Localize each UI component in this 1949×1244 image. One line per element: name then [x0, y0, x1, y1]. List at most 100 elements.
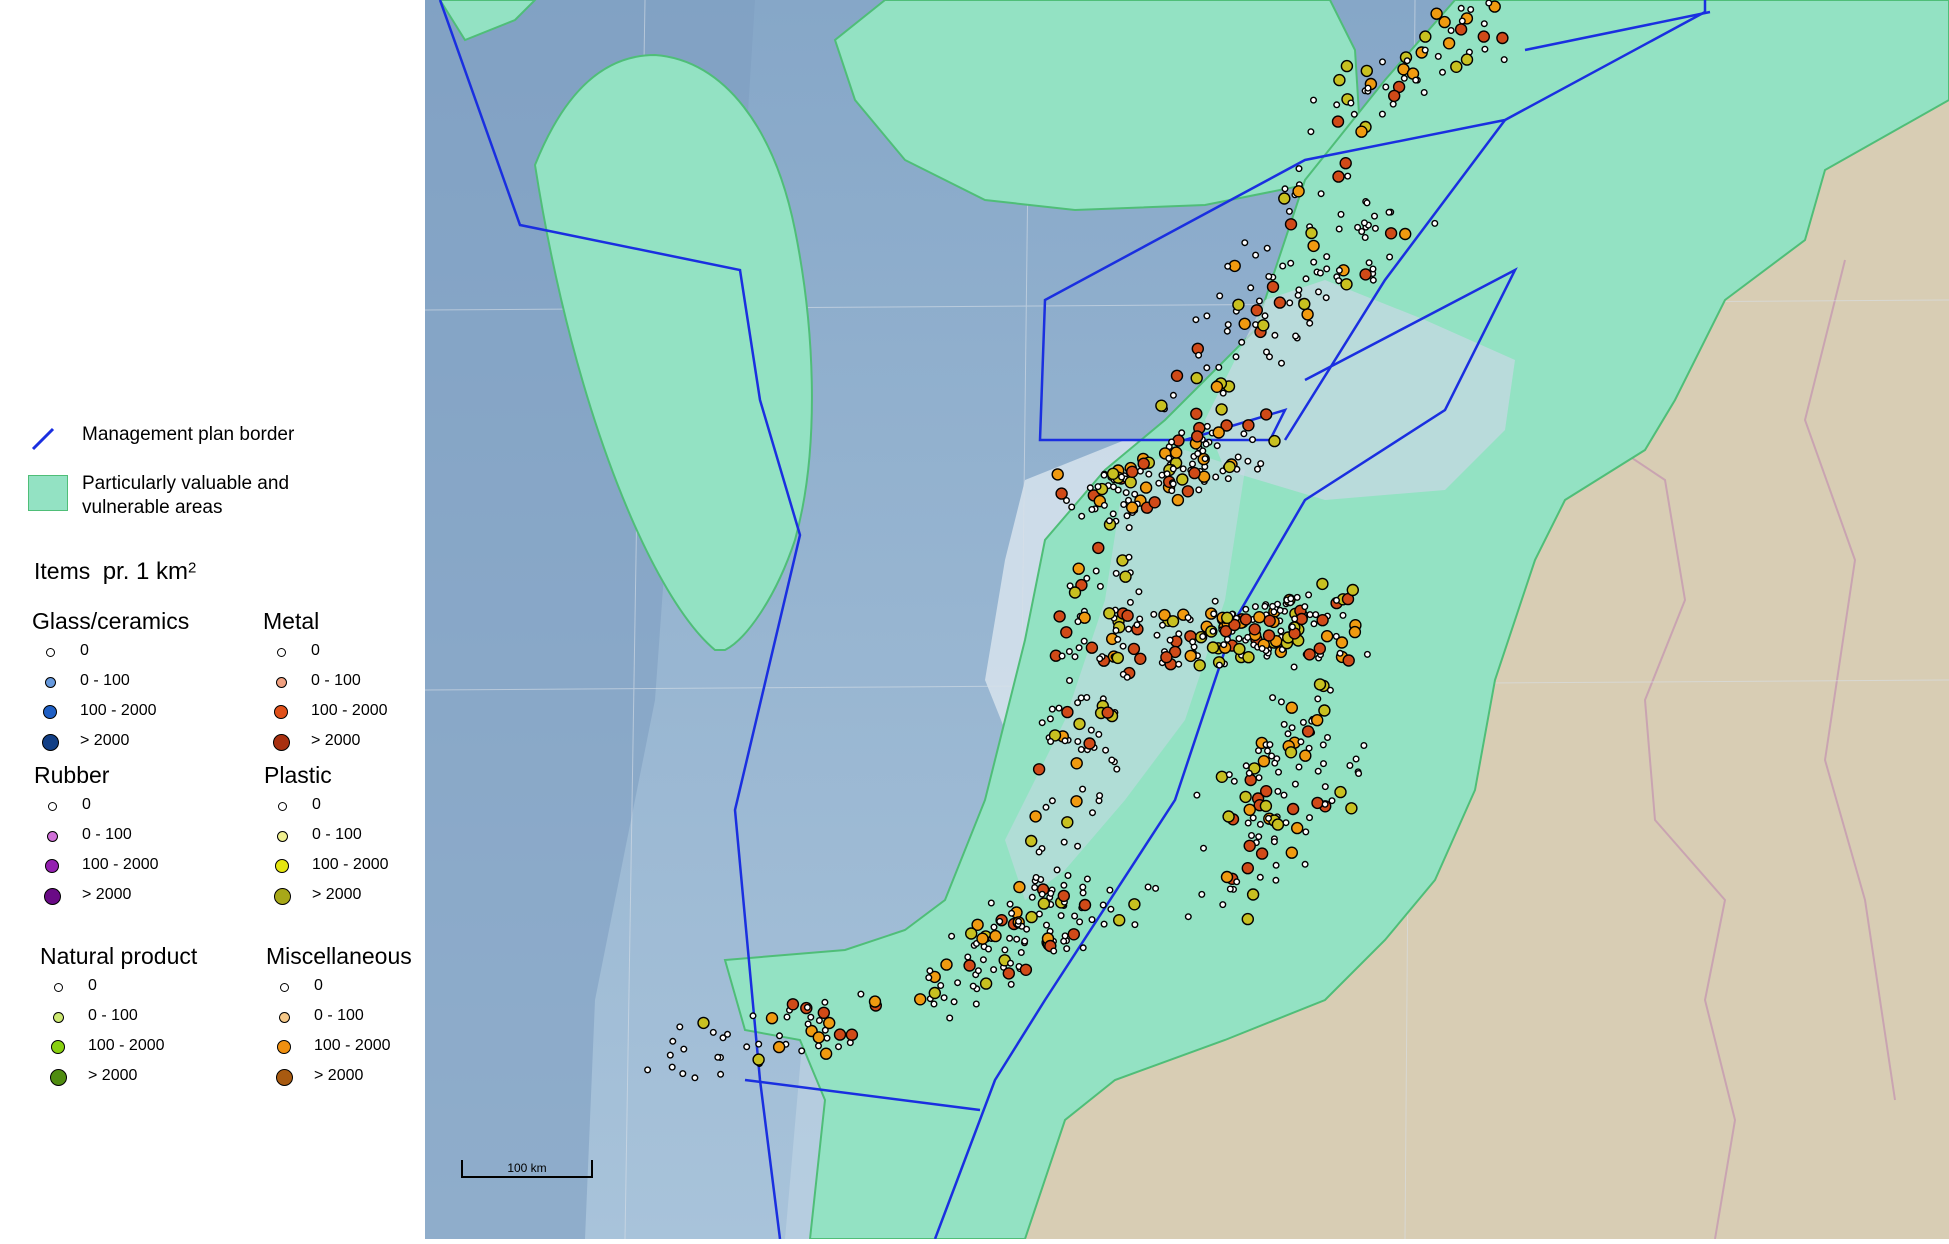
- debris-marker: [1007, 959, 1015, 967]
- debris-marker: [1225, 771, 1233, 779]
- debris-marker: [1310, 96, 1318, 104]
- legend-symbol: [43, 705, 57, 719]
- map-area[interactable]: 100 km: [424, 0, 1949, 1240]
- debris-marker: [1201, 455, 1209, 463]
- debris-marker: [804, 1020, 812, 1028]
- debris-marker: [1285, 207, 1293, 215]
- debris-marker: [1181, 485, 1195, 498]
- debris-marker: [974, 967, 982, 975]
- debris-marker: [1307, 128, 1315, 136]
- debris-marker: [1340, 59, 1354, 73]
- debris-marker: [1242, 651, 1255, 664]
- debris-marker: [1144, 883, 1152, 891]
- debris-marker: [1399, 227, 1412, 241]
- debris-marker: [833, 1028, 847, 1041]
- debris-marker: [1002, 967, 1015, 980]
- debris-marker: [817, 1006, 830, 1019]
- debris-marker: [1175, 660, 1183, 668]
- debris-marker: [1311, 796, 1324, 810]
- debris-marker: [1340, 278, 1353, 291]
- debris-marker: [1106, 467, 1120, 480]
- debris-marker: [1261, 602, 1269, 610]
- debris-marker: [1242, 419, 1255, 432]
- debris-marker: [1006, 900, 1014, 908]
- debris-marker: [1246, 888, 1260, 901]
- legend-level-label: 0 - 100: [82, 826, 132, 843]
- debris-marker: [1254, 465, 1262, 473]
- debris-marker: [1297, 738, 1305, 746]
- debris-marker: [1301, 725, 1315, 738]
- debris-marker: [1203, 422, 1211, 430]
- items-unit: pr. 1 km: [102, 558, 189, 585]
- debris-marker: [1480, 20, 1488, 28]
- debris-marker: [1057, 912, 1065, 920]
- debris-marker: [1219, 901, 1227, 909]
- debris-marker: [1064, 872, 1072, 880]
- debris-marker: [1055, 487, 1068, 500]
- debris-marker: [964, 953, 972, 961]
- debris-marker: [1278, 192, 1291, 205]
- legend-level-label: > 2000: [88, 1067, 138, 1084]
- debris-marker: [1168, 438, 1176, 446]
- debris-marker: [1112, 569, 1120, 577]
- debris-marker: [1029, 810, 1042, 823]
- debris-marker: [1193, 791, 1201, 799]
- debris-marker: [1255, 833, 1263, 841]
- debris-marker: [1013, 935, 1021, 943]
- debris-marker: [1447, 27, 1455, 35]
- debris-marker: [1050, 947, 1058, 955]
- debris-marker: [1006, 934, 1014, 942]
- debris-marker: [1346, 583, 1359, 597]
- debris-marker: [1086, 484, 1094, 492]
- legend-level-label: 100 - 2000: [314, 1037, 391, 1054]
- debris-marker: [1123, 512, 1131, 520]
- debris-marker: [1269, 694, 1277, 702]
- debris-marker: [1074, 738, 1082, 746]
- debris-marker: [1190, 407, 1203, 420]
- debris-marker: [1439, 68, 1447, 76]
- debris-marker: [714, 1053, 722, 1061]
- debris-marker: [1265, 273, 1273, 281]
- debris-marker: [1239, 613, 1253, 626]
- debris-marker: [680, 1045, 688, 1053]
- debris-marker: [1094, 483, 1102, 491]
- debris-marker: [1249, 436, 1257, 444]
- debris-marker: [1316, 614, 1329, 627]
- debris-marker: [1203, 364, 1211, 372]
- debris-marker: [1066, 677, 1074, 685]
- debris-marker: [1320, 760, 1328, 768]
- debris-marker: [1013, 880, 1026, 894]
- debris-marker: [1190, 371, 1203, 385]
- debris-marker: [724, 1030, 732, 1038]
- debris-marker: [1345, 802, 1358, 815]
- debris-marker: [1450, 60, 1463, 74]
- debris-marker: [1256, 873, 1264, 881]
- debris-marker: [1277, 627, 1285, 635]
- debris-marker: [819, 1047, 833, 1060]
- debris-marker: [1060, 881, 1068, 889]
- debris-marker: [1042, 803, 1050, 811]
- debris-marker: [1299, 749, 1312, 762]
- debris-marker: [1043, 921, 1051, 929]
- debris-marker: [1248, 623, 1261, 636]
- debris-marker: [786, 998, 800, 1011]
- debris-marker: [1382, 83, 1390, 91]
- legend-area-label: Particularly valuable and vulnerable are…: [82, 473, 290, 518]
- debris-marker: [1125, 553, 1133, 561]
- debris-marker: [1273, 296, 1287, 309]
- debris-marker: [1333, 73, 1346, 87]
- debris-marker: [1324, 734, 1332, 742]
- debris-marker: [749, 1012, 757, 1020]
- map-canvas[interactable]: 100 km: [424, 0, 1949, 1240]
- debris-marker: [1287, 259, 1295, 267]
- debris-marker: [1071, 912, 1079, 920]
- debris-marker: [1258, 645, 1266, 653]
- debris-marker: [1113, 914, 1126, 927]
- debris-marker: [1171, 493, 1185, 507]
- debris-marker: [1074, 842, 1082, 850]
- debris-marker: [1065, 648, 1073, 656]
- debris-marker: [1121, 609, 1134, 622]
- debris-marker: [1379, 58, 1387, 66]
- debris-marker: [1007, 980, 1015, 988]
- legend-symbol: [278, 1011, 290, 1023]
